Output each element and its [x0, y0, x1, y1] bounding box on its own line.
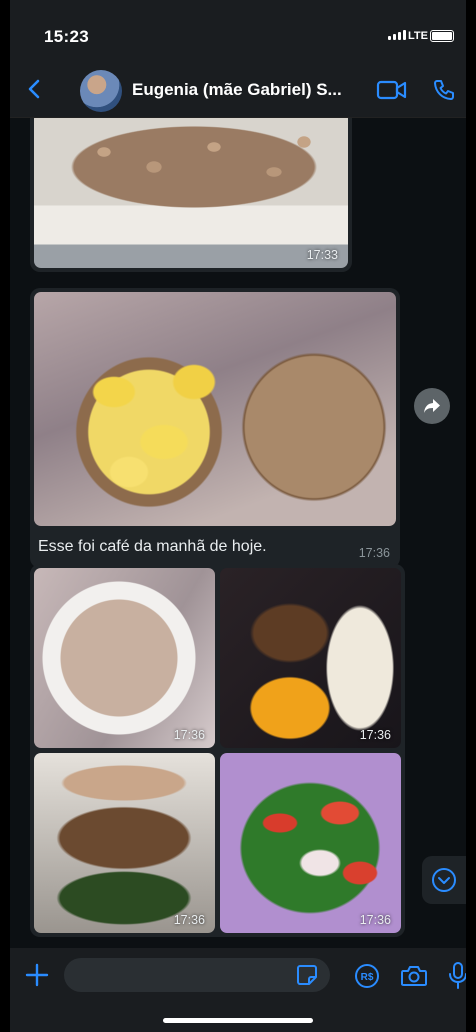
phone-screen: 15:23 LTE Eugenia (mãe Gabriel) S... 17:… — [10, 0, 466, 1032]
message-time: 17:36 — [359, 913, 391, 927]
album-grid: 17:36 17:36 17:36 17:36 — [34, 568, 401, 933]
status-time: 15:23 — [44, 27, 89, 46]
message-time: 17:36 — [358, 546, 390, 560]
contact-avatar[interactable] — [80, 70, 122, 112]
status-bar: 15:23 LTE — [10, 0, 466, 60]
message-image-beans[interactable]: 17:33 — [30, 118, 352, 272]
message-time: 17:33 — [306, 248, 338, 262]
message-time: 17:36 — [173, 728, 205, 742]
input-bar: R$ — [10, 948, 466, 1032]
salad-photo[interactable]: 17:36 — [220, 753, 401, 933]
network-label: LTE — [408, 30, 428, 42]
back-icon[interactable] — [24, 78, 46, 100]
plus-icon[interactable] — [24, 962, 50, 988]
message-caption: Esse foi café da manhã de hoje. — [38, 538, 267, 555]
microphone-icon[interactable] — [448, 961, 466, 991]
chat-header: Eugenia (mãe Gabriel) S... — [10, 60, 466, 118]
chat-area[interactable]: 17:33 Esse foi café da manhã de hoje. 17… — [10, 118, 466, 948]
message-input[interactable] — [64, 958, 330, 992]
scroll-down-button[interactable] — [422, 856, 466, 904]
battery-icon — [430, 30, 454, 42]
beans-meat-photo[interactable]: 17:36 — [34, 753, 215, 933]
message-image-breakfast[interactable]: Esse foi café da manhã de hoje. 17:36 — [30, 288, 400, 568]
forward-icon[interactable] — [414, 388, 450, 424]
contact-name[interactable]: Eugenia (mãe Gabriel) S... — [132, 80, 367, 100]
pix-icon[interactable]: R$ — [354, 963, 380, 989]
message-album[interactable]: 17:36 17:36 17:36 17:36 — [30, 564, 405, 937]
caption-row: Esse foi café da manhã de hoje. 17:36 — [34, 526, 396, 564]
camera-icon[interactable] — [400, 964, 428, 988]
video-call-icon[interactable] — [376, 80, 408, 100]
home-indicator — [163, 1018, 313, 1023]
scroll-down-icon — [432, 868, 456, 892]
svg-text:R$: R$ — [361, 972, 374, 983]
sticker-icon[interactable] — [296, 964, 318, 986]
voice-call-icon[interactable] — [432, 78, 456, 102]
beans-rice-photo[interactable]: 17:33 — [34, 118, 348, 268]
coffee-photo[interactable]: 17:36 — [34, 568, 215, 748]
message-time: 17:36 — [359, 728, 391, 742]
signal-icon — [388, 30, 406, 40]
lunch-plate-photo[interactable]: 17:36 — [220, 568, 401, 748]
breakfast-photo[interactable] — [34, 292, 396, 526]
message-time: 17:36 — [173, 913, 205, 927]
